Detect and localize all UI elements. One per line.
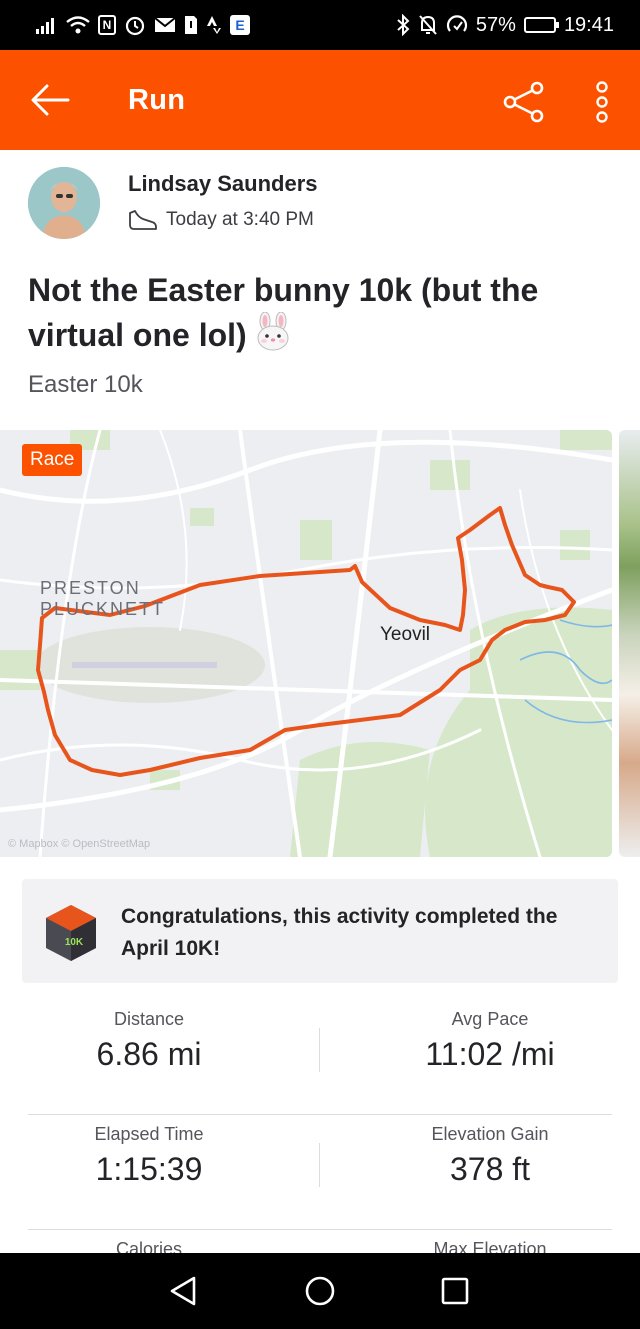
map-airfield bbox=[35, 627, 265, 703]
clock: 19:41 bbox=[563, 13, 614, 36]
system-nav-bar bbox=[0, 1253, 640, 1329]
activity-meta: Today at 3:40 PM bbox=[128, 209, 314, 231]
avatar-photo bbox=[28, 167, 100, 239]
route-map[interactable] bbox=[0, 430, 612, 857]
stat-label: Elapsed Time bbox=[94, 1124, 204, 1144]
race-badge: Race bbox=[22, 444, 83, 476]
stat-label: Avg Pace bbox=[451, 1009, 529, 1029]
bluetooth-icon bbox=[396, 14, 410, 36]
status-bar: N E 57% 19:41 bbox=[0, 0, 640, 50]
wifi-icon bbox=[66, 14, 90, 36]
nav-home-icon bbox=[305, 1276, 335, 1306]
stat-elapsed-time: Elapsed Time 1:15:39 bbox=[6, 1115, 292, 1188]
map-label-area: PRESTON PLUCKNETT bbox=[40, 578, 165, 620]
nfc-icon: N bbox=[98, 15, 116, 35]
stat-value: 378 ft bbox=[449, 1151, 531, 1187]
sim-icon bbox=[184, 14, 198, 36]
data-saver-icon bbox=[446, 14, 468, 36]
athlete-avatar[interactable] bbox=[28, 167, 100, 239]
map-label-area-line1: PRESTON bbox=[40, 578, 141, 598]
activity-subtitle: Easter 10k bbox=[28, 371, 143, 398]
strava-notification-icon bbox=[206, 14, 222, 36]
challenge-badge-icon: 10K bbox=[44, 903, 98, 963]
back-button[interactable] bbox=[0, 50, 100, 150]
challenge-badge-text: 10K bbox=[65, 937, 84, 948]
map-canvas bbox=[0, 430, 612, 857]
map-attribution[interactable]: © Mapbox © OpenStreetMap bbox=[8, 838, 150, 850]
stat-value: 11:02 /mi bbox=[425, 1036, 555, 1072]
app-bar: Run bbox=[0, 50, 640, 150]
stat-value: 1:15:39 bbox=[95, 1151, 203, 1187]
app-notification-icon: E bbox=[230, 15, 250, 35]
map-label-area-line2: PLUCKNETT bbox=[40, 599, 166, 619]
share-icon bbox=[503, 81, 544, 123]
nav-recents-icon bbox=[441, 1277, 469, 1305]
battery-icon bbox=[523, 17, 559, 33]
athlete-name[interactable]: Lindsay Saunders bbox=[128, 171, 318, 197]
activity-time: Today at 3:40 PM bbox=[166, 209, 314, 230]
nav-back-icon bbox=[170, 1276, 196, 1306]
nav-recents-button[interactable] bbox=[434, 1271, 476, 1311]
stat-label: Distance bbox=[113, 1009, 185, 1029]
bunny-face-icon bbox=[253, 311, 293, 363]
stat-row: Distance 6.86 mi Avg Pace 11:02 /mi bbox=[28, 1000, 612, 1115]
more-options-button[interactable] bbox=[580, 74, 624, 130]
stat-row: Elapsed Time 1:15:39 Elevation Gain 378 … bbox=[28, 1115, 612, 1230]
nav-back-button[interactable] bbox=[162, 1271, 204, 1311]
silent-icon bbox=[418, 14, 438, 36]
nav-home-button[interactable] bbox=[299, 1271, 341, 1311]
page-title: Run bbox=[128, 83, 186, 116]
stat-divider bbox=[319, 1028, 320, 1072]
stat-value: 6.86 mi bbox=[96, 1036, 202, 1072]
status-left-icons: N E bbox=[36, 14, 250, 36]
stat-avg-pace: Avg Pace 11:02 /mi bbox=[348, 1000, 632, 1073]
signal-icon bbox=[36, 14, 58, 36]
back-arrow-icon bbox=[31, 84, 70, 116]
challenge-card[interactable]: 10K Congratulations, this activity compl… bbox=[22, 879, 618, 983]
shoe-icon bbox=[129, 210, 157, 230]
more-vertical-icon bbox=[596, 81, 608, 123]
status-right-icons: 57% 19:41 bbox=[396, 14, 614, 37]
share-button[interactable] bbox=[498, 76, 550, 128]
alarm-icon bbox=[124, 14, 146, 36]
map-label-town: Yeovil bbox=[380, 624, 431, 645]
activity-title: Not the Easter bunny 10k (but the virtua… bbox=[28, 268, 618, 363]
stat-distance: Distance 6.86 mi bbox=[6, 1000, 292, 1073]
stat-divider bbox=[319, 1143, 320, 1187]
stat-elevation-gain: Elevation Gain 378 ft bbox=[348, 1115, 632, 1188]
challenge-text: Congratulations, this activity completed… bbox=[121, 905, 558, 960]
next-photo-preview[interactable] bbox=[619, 430, 640, 857]
battery-percent: 57% bbox=[475, 13, 516, 36]
stat-label: Elevation Gain bbox=[431, 1124, 549, 1144]
mail-icon bbox=[154, 14, 176, 36]
